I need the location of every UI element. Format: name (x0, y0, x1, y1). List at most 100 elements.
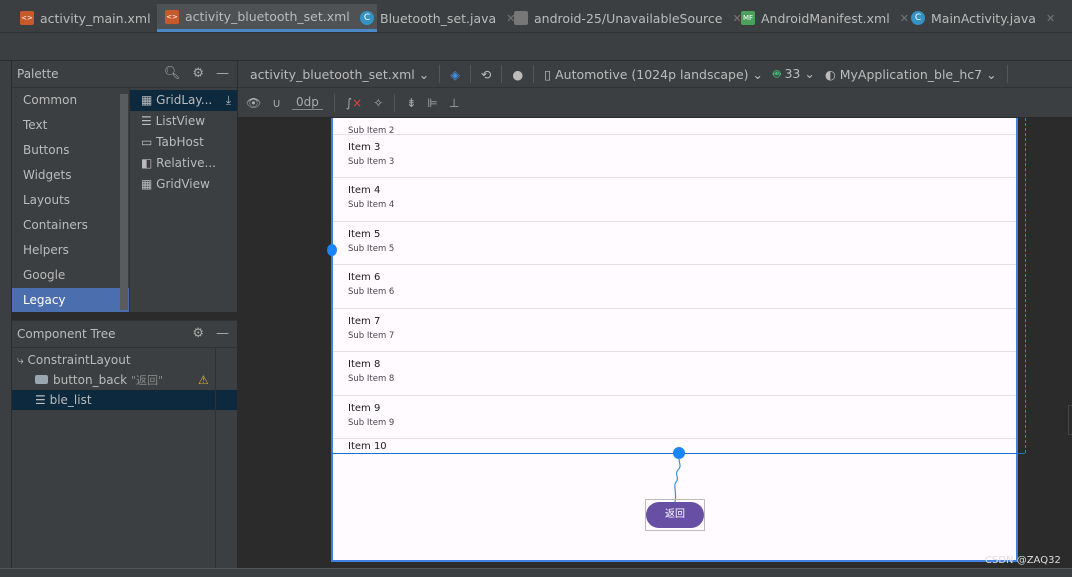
constraint-spring (674, 458, 681, 502)
tab-activity-bluetooth-set[interactable]: <>activity_bluetooth_set.xml✕ (157, 4, 377, 32)
item-subtitle: Sub Item 3 (348, 157, 395, 167)
search-icon[interactable]: 🔍︎ (164, 66, 181, 81)
item-title: Item 5 (348, 229, 381, 240)
relative-layout-icon: ◧ (141, 156, 157, 170)
minimize-icon[interactable]: — (216, 66, 229, 81)
item-title: Item 9 (348, 403, 381, 414)
api-selector[interactable]: 🤖︎ 33 ⌄ (773, 65, 815, 83)
editor-tab-bar: <> activity_main.xml ✕ <> activity_bluetoot… (0, 0, 1072, 33)
tab-android-manifest[interactable]: MF AndroidManifest.xml ✕ (733, 4, 917, 32)
tab-activity-main[interactable]: <>activity_main.xml✕ (12, 4, 178, 32)
widget-label: Relative... (156, 156, 216, 170)
android-icon: 🤖︎ (772, 66, 781, 81)
theme-selector[interactable]: ◐ MyApplication_ble_hc7 ⌄ (825, 67, 997, 82)
minimize-icon[interactable]: — (216, 326, 229, 341)
back-button[interactable]: 返回 (646, 502, 704, 528)
list-item[interactable]: Item 3 Sub Item 3 (333, 134, 1016, 177)
divider (469, 65, 471, 83)
grid-icon: ▦ (141, 177, 157, 191)
theme-icon: ◐ (824, 66, 836, 82)
item-title: Item 8 (348, 359, 381, 370)
gear-icon[interactable]: ⚙ (192, 66, 204, 81)
device-selector[interactable]: ▯ Automotive (1024p landscape) ⌄ (544, 67, 763, 82)
category-common[interactable]: Common (12, 88, 129, 112)
close-icon[interactable]: ✕ (1046, 12, 1055, 25)
design-toolbar: activity_bluetooth_set.xml ⌄ ◈ ⟲ ● ▯ Aut… (238, 61, 1072, 88)
constraint-layout-icon: ⤷ (17, 353, 28, 367)
widget-label: GridView (156, 177, 210, 191)
file-selector[interactable]: activity_bluetooth_set.xml ⌄ (250, 67, 429, 82)
list-item[interactable]: Item 9 Sub Item 9 (333, 395, 1016, 438)
watermark: CSDN @ZAQ32 (985, 555, 1061, 566)
category-helpers[interactable]: Helpers (12, 238, 129, 262)
gear-icon[interactable]: ⚙ (192, 326, 204, 341)
widget-gridlayout[interactable]: ▦ GridLay... ⤓ (130, 90, 237, 111)
palette-title: Palette (17, 67, 59, 81)
component-tree-header: Component Tree ⚙ — (12, 320, 237, 348)
phone-icon: ▯ (544, 66, 552, 82)
list-item[interactable]: Item 5 Sub Item 5 (333, 221, 1016, 264)
tab-label: Bluetooth_set.java (380, 10, 497, 26)
category-containers[interactable]: Containers (12, 213, 129, 237)
node-label: button_back (53, 373, 128, 387)
night-mode-icon[interactable]: ● (512, 67, 523, 82)
list-item[interactable]: Item 7 Sub Item 7 (333, 308, 1016, 351)
tab-label: AndroidManifest.xml (761, 10, 890, 26)
divider (533, 65, 535, 83)
tab-label: MainActivity.java (931, 10, 1036, 26)
infer-constraints-icon[interactable]: ✧ (373, 96, 383, 110)
tab-bluetooth-set-java[interactable]: C Bluetooth_set.java ✕ (352, 4, 523, 32)
tree-node-ble-list[interactable]: ☰ ble_list (12, 390, 237, 410)
widget-relativelayout[interactable]: ◧ Relative... (130, 153, 237, 174)
java-class-icon: C (360, 11, 374, 25)
default-margin-field[interactable]: 0dp (292, 95, 323, 110)
item-subtitle: Sub Item 9 (348, 418, 395, 428)
item-subtitle: Sub Item 4 (348, 200, 395, 210)
tree-node-constraintlayout[interactable]: ⤷ ConstraintLayout (12, 350, 237, 370)
constraint-toolbar: 👁︎ ∪ 0dp ∫× ✧ ⇟ ⊫ ⊥ (238, 88, 1072, 118)
widget-tabhost[interactable]: ▭ TabHost (130, 132, 237, 153)
palette-header: Palette 🔍︎ ⚙ — (12, 61, 237, 88)
tab-main-activity[interactable]: C MainActivity.java ✕ (903, 4, 1063, 32)
list-item[interactable]: Item 4 Sub Item 4 (333, 177, 1016, 220)
pack-icon[interactable]: ⇟ (406, 96, 416, 110)
button-icon (35, 375, 48, 384)
widget-listview[interactable]: ☰ ListView (130, 111, 237, 132)
tool-window-strip (0, 61, 12, 577)
editor-strip (0, 33, 1072, 61)
category-buttons[interactable]: Buttons (12, 138, 129, 162)
divider (439, 65, 441, 83)
list-item[interactable]: Item 8 Sub Item 8 (333, 351, 1016, 394)
widget-gridview[interactable]: ▦ GridView (130, 174, 237, 195)
java-class-icon: C (911, 11, 925, 25)
category-google[interactable]: Google (12, 263, 129, 287)
item-subtitle: Sub Item 8 (348, 374, 395, 384)
layers-icon[interactable]: ◈ (450, 67, 460, 82)
category-text[interactable]: Text (12, 113, 129, 137)
side-panel-edge (1068, 405, 1072, 435)
list-item[interactable]: Item 6 Sub Item 6 (333, 264, 1016, 307)
item-title: Item 10 (348, 441, 387, 452)
eye-icon[interactable]: 👁︎ (246, 96, 261, 110)
source-file-icon (514, 11, 528, 25)
align-icon[interactable]: ⊫ (427, 96, 437, 110)
divider (1006, 65, 1008, 83)
orientation-icon[interactable]: ⟲ (481, 67, 491, 82)
item-title: Item 4 (348, 185, 381, 196)
tree-node-button-back[interactable]: button_back "返回" ⚠ (12, 370, 237, 390)
component-tree: ⤷ ConstraintLayout button_back "返回" ⚠ ☰ b… (12, 348, 237, 568)
download-icon[interactable]: ⤓ (226, 90, 231, 111)
category-legacy[interactable]: Legacy (12, 288, 129, 312)
category-layouts[interactable]: Layouts (12, 188, 129, 212)
warning-icon[interactable]: ⚠ (198, 370, 209, 390)
grid-icon: ▦ (141, 93, 157, 107)
tab-unavailable-source[interactable]: android-25/UnavailableSource ✕ (506, 4, 750, 32)
guidelines-icon[interactable]: ⊥ (449, 96, 459, 110)
constraint-anchor[interactable] (327, 244, 337, 256)
category-widgets[interactable]: Widgets (12, 163, 129, 187)
tab-label: activity_main.xml (40, 10, 151, 26)
device-label: Automotive (1024p landscape) (555, 66, 749, 82)
magnet-icon[interactable]: ∪ (272, 96, 281, 110)
clear-constraints-icon[interactable]: ∫× (346, 96, 362, 110)
scrollbar[interactable] (120, 94, 128, 310)
